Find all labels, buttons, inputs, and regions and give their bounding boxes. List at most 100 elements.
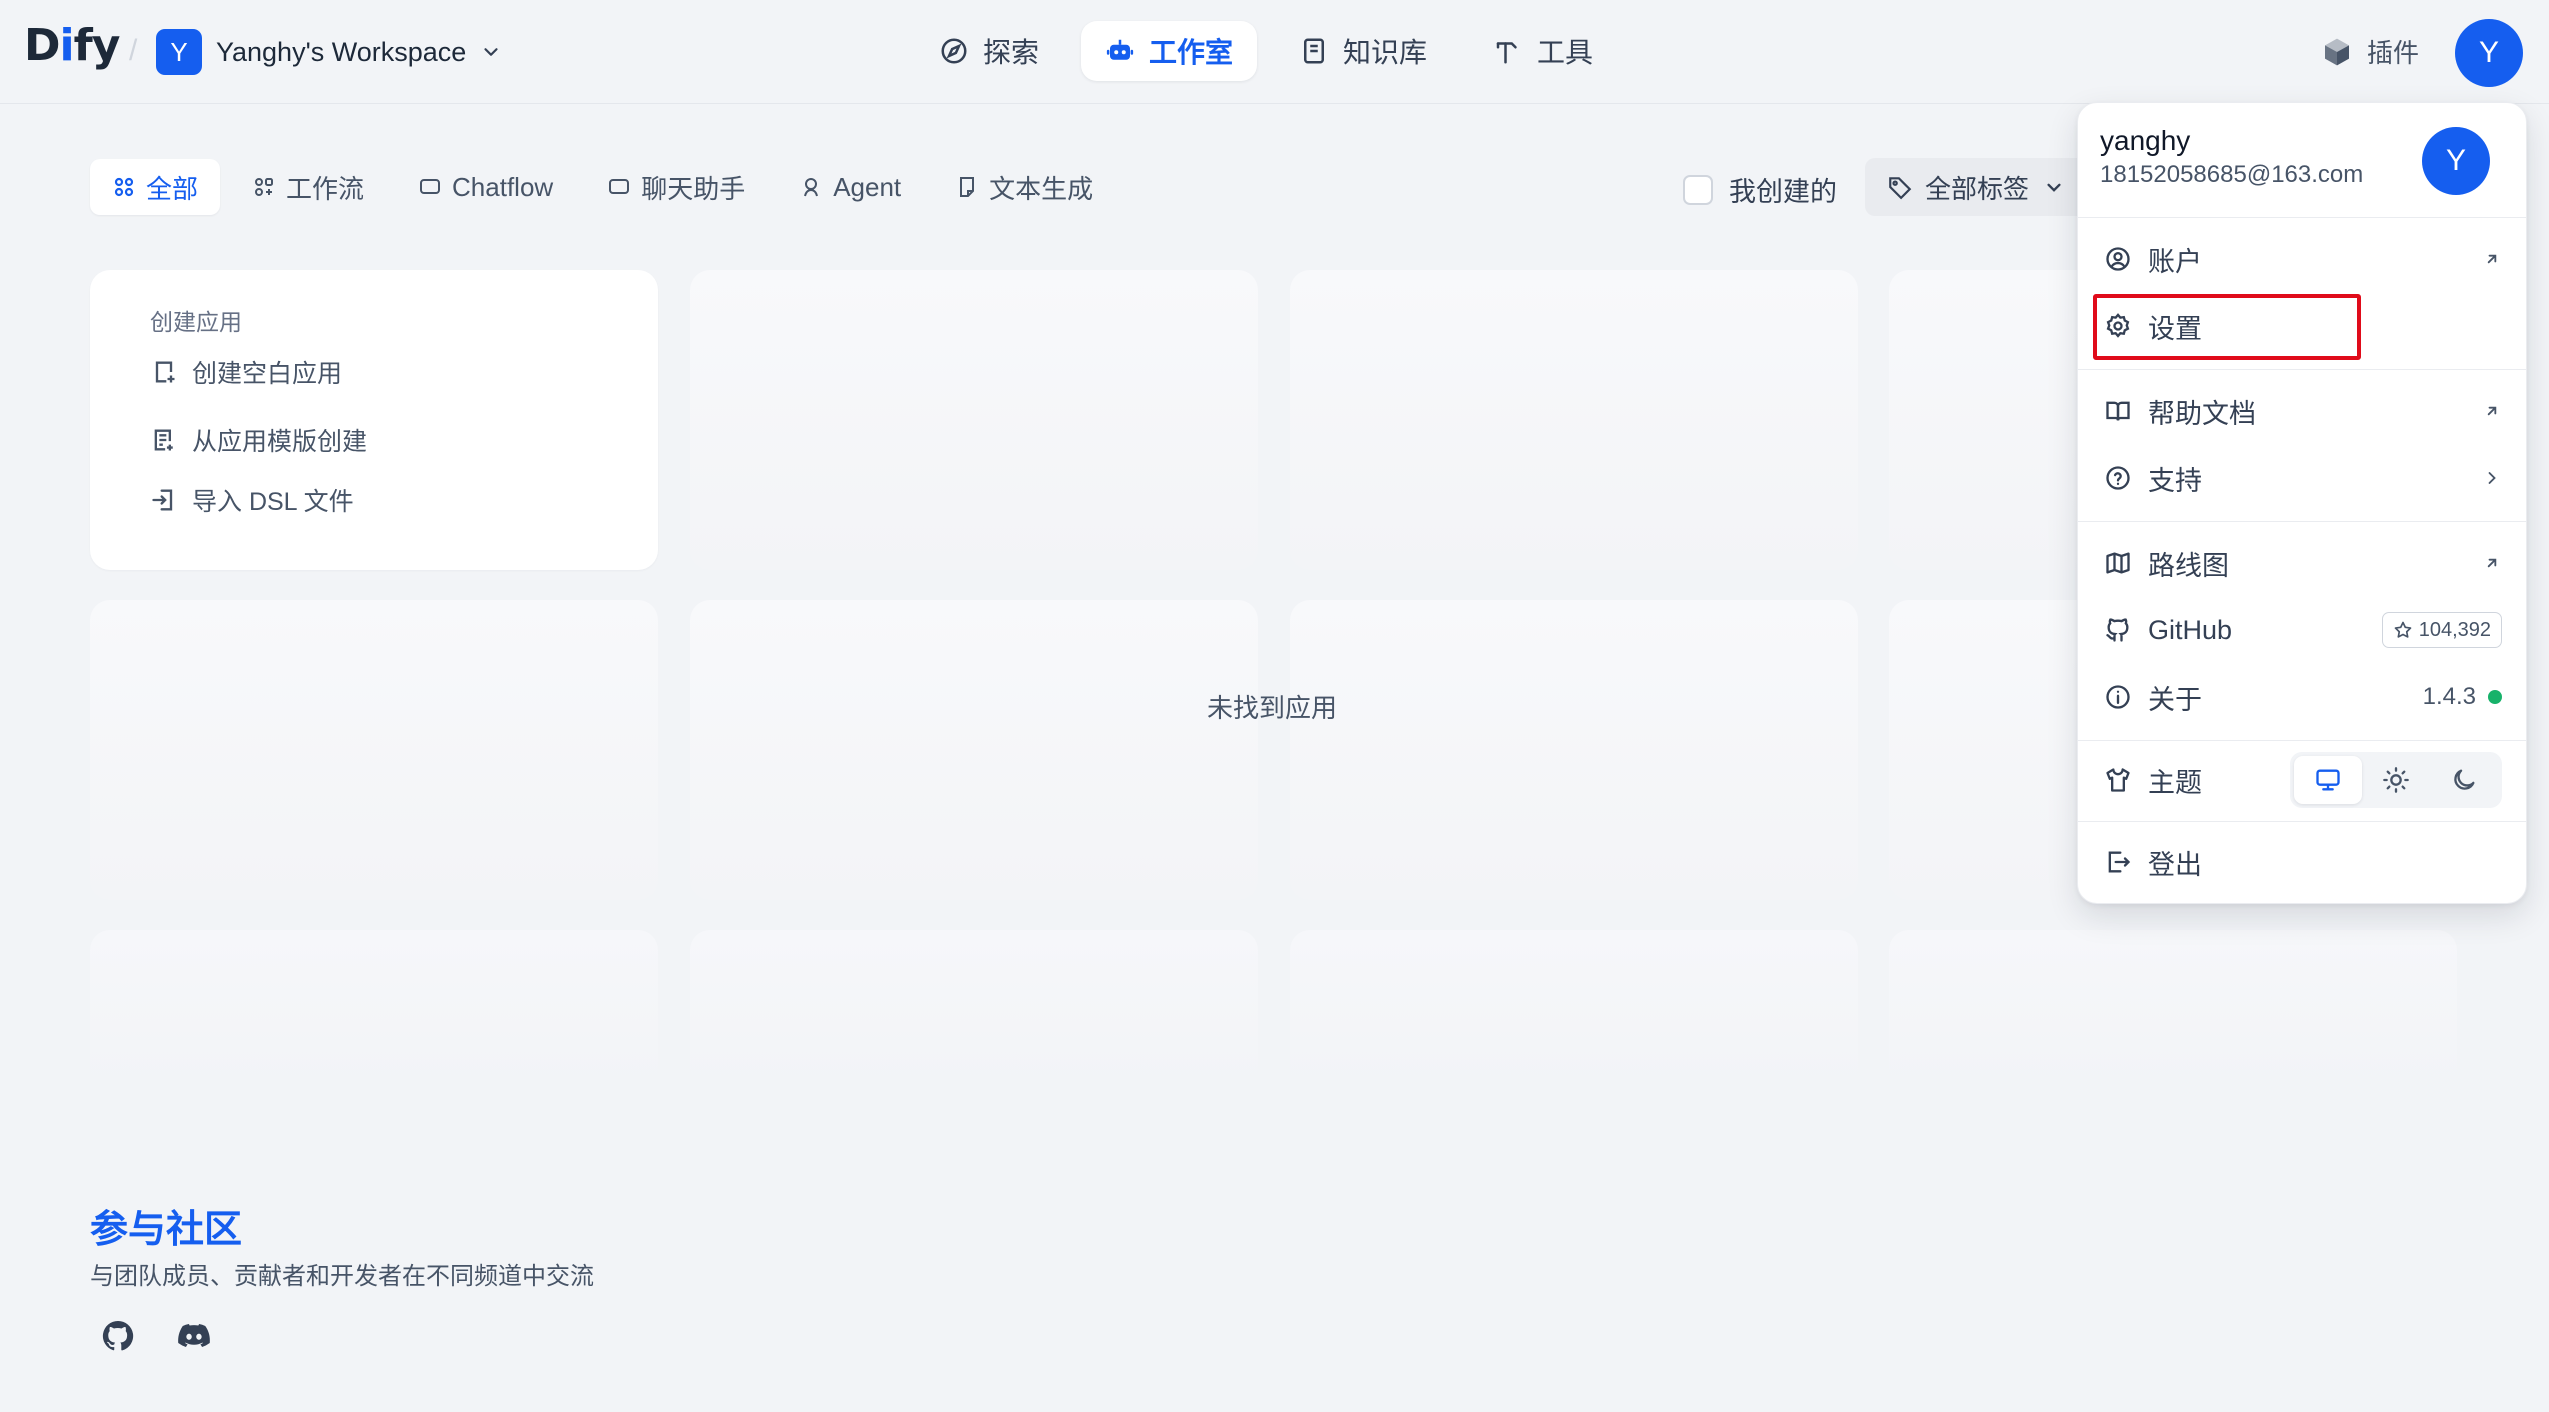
theme-switcher [2290,752,2502,808]
menu-item-roadmap[interactable]: 路线图 [2090,533,2516,593]
plugins-label: 插件 [2367,38,2420,68]
file-plus-icon [155,361,175,383]
created-by-me-filter[interactable]: 我创建的 [1683,170,1837,209]
tab-agent[interactable]: Agent [777,159,923,215]
github-icon[interactable] [100,1318,136,1354]
app-card-skeleton [1889,930,2457,1090]
app-card-skeleton [690,600,1258,900]
nav-knowledge-label: 知识库 [1343,37,1428,68]
tags-filter-label: 全部标签 [1925,173,2030,204]
menu-divider [2078,740,2526,741]
community-links [100,1318,212,1354]
theme-dark-button[interactable] [2430,756,2498,804]
top-header: Dify / Y Yanghy's Workspace 探索 工作室 知识库 工… [0,0,2549,104]
monitor-icon [2316,769,2340,791]
menu-divider [2078,521,2526,522]
user-avatar[interactable]: Y [2455,19,2523,87]
tab-chatflow-label: Chatflow [452,171,554,202]
plugins-button[interactable]: 插件 [2321,33,2419,70]
breadcrumb-separator: / [129,34,138,67]
external-link-icon [2487,406,2497,416]
github-icon [2106,618,2129,642]
created-by-me-label: 我创建的 [1729,177,1837,207]
tab-chat-assistant-label: 聊天助手 [641,173,746,204]
create-from-template-button[interactable]: 从应用模版创建 [150,422,367,458]
created-by-me-checkbox[interactable] [1683,174,1713,205]
app-card-skeleton [90,600,658,900]
tab-workflow[interactable]: 工作流 [230,159,386,215]
create-blank-app-label: 创建空白应用 [192,360,343,388]
tshirt-icon [2106,768,2130,792]
theme-system-button[interactable] [2294,756,2362,804]
compass-icon [941,38,967,64]
menu-item-logout[interactable]: 登出 [2090,832,2516,892]
book-icon [1304,38,1325,64]
menu-item-github[interactable]: GitHub 104,392 [2090,600,2516,660]
github-stars-badge: 104,392 [2381,612,2502,648]
nav-tools-label: 工具 [1537,37,1594,68]
menu-item-about-label: 关于 [2148,684,2202,715]
tags-filter-dropdown[interactable]: 全部标签 [1865,158,2090,216]
status-dot [2488,690,2502,704]
account-user-info: yanghy 18152058685@163.com [2100,125,2363,189]
nav-explore-label: 探索 [983,37,1040,68]
tab-workflow-label: 工作流 [286,173,365,204]
tab-chat-assistant[interactable]: 聊天助手 [585,159,767,215]
create-app-title: 创建应用 [150,309,242,335]
nav-knowledge[interactable]: 知识库 [1275,21,1451,81]
nav-tools[interactable]: 工具 [1469,21,1617,81]
menu-item-account[interactable]: 账户 [2090,229,2516,289]
menu-divider [2078,217,2526,218]
version-number: 1.4.3 [2422,683,2476,710]
menu-item-account-label: 账户 [2148,246,2202,277]
theme-light-button[interactable] [2362,756,2430,804]
tab-text-generation-label: 文本生成 [989,173,1094,204]
community-title: 参与社区 [90,1209,243,1251]
dify-logo[interactable]: Dify [24,20,120,71]
menu-divider [2078,821,2526,822]
import-dsl-button[interactable]: 导入 DSL 文件 [150,482,354,518]
github-stars-count: 104,392 [2418,618,2491,641]
create-blank-app-button[interactable]: 创建空白应用 [150,354,342,390]
chevron-down-icon [2047,183,2061,192]
tab-agent-label: Agent [833,171,902,202]
open-book-icon [2106,401,2130,421]
user-circle-icon [2106,247,2130,271]
menu-item-help-docs-label: 帮助文档 [2148,398,2256,429]
account-user-name: yanghy [2100,125,2191,156]
discord-icon[interactable] [176,1318,212,1354]
tab-all[interactable]: 全部 [90,159,221,215]
tab-chatflow[interactable]: Chatflow [396,159,575,215]
app-card-skeleton [1290,600,1858,900]
info-icon [2106,685,2130,709]
cube-icon [2325,38,2349,65]
nav-studio[interactable]: 工作室 [1081,21,1258,81]
menu-item-logout-label: 登出 [2148,849,2202,880]
app-type-tabs: 全部 工作流 Chatflow 聊天助手 Agent 文本生成 [90,159,1115,215]
app-card-skeleton [1290,930,1858,1090]
app-card-skeleton [1290,270,1858,570]
document-icon [960,177,975,197]
tab-all-label: 全部 [146,173,199,204]
app-card-skeleton [690,270,1258,570]
robot-icon [1106,39,1134,60]
template-icon [154,429,173,451]
create-from-template-label: 从应用模版创建 [192,428,368,456]
nav-studio-label: 工作室 [1149,37,1234,68]
workspace-selector[interactable]: Y Yanghy's Workspace [156,28,502,76]
menu-item-help-docs[interactable]: 帮助文档 [2090,381,2516,441]
account-user-email: 18152058685@163.com [2100,161,2364,188]
settings-highlight-box [2093,294,2361,360]
hammer-icon [1496,42,1517,64]
tab-text-generation[interactable]: 文本生成 [933,159,1115,215]
nav-explore[interactable]: 探索 [915,21,1063,81]
app-card-skeleton [90,930,658,1090]
external-link-icon [2487,558,2497,568]
create-app-card: 创建应用 创建空白应用 从应用模版创建 导入 DSL 文件 [90,270,658,570]
menu-item-support[interactable]: 支持 [2090,448,2516,508]
app-card-skeleton [690,930,1258,1090]
menu-item-support-label: 支持 [2148,465,2202,496]
tag-icon [1889,177,1912,200]
external-link-icon [2487,254,2497,264]
menu-item-about[interactable]: 关于 1.4.3 [2090,667,2516,727]
